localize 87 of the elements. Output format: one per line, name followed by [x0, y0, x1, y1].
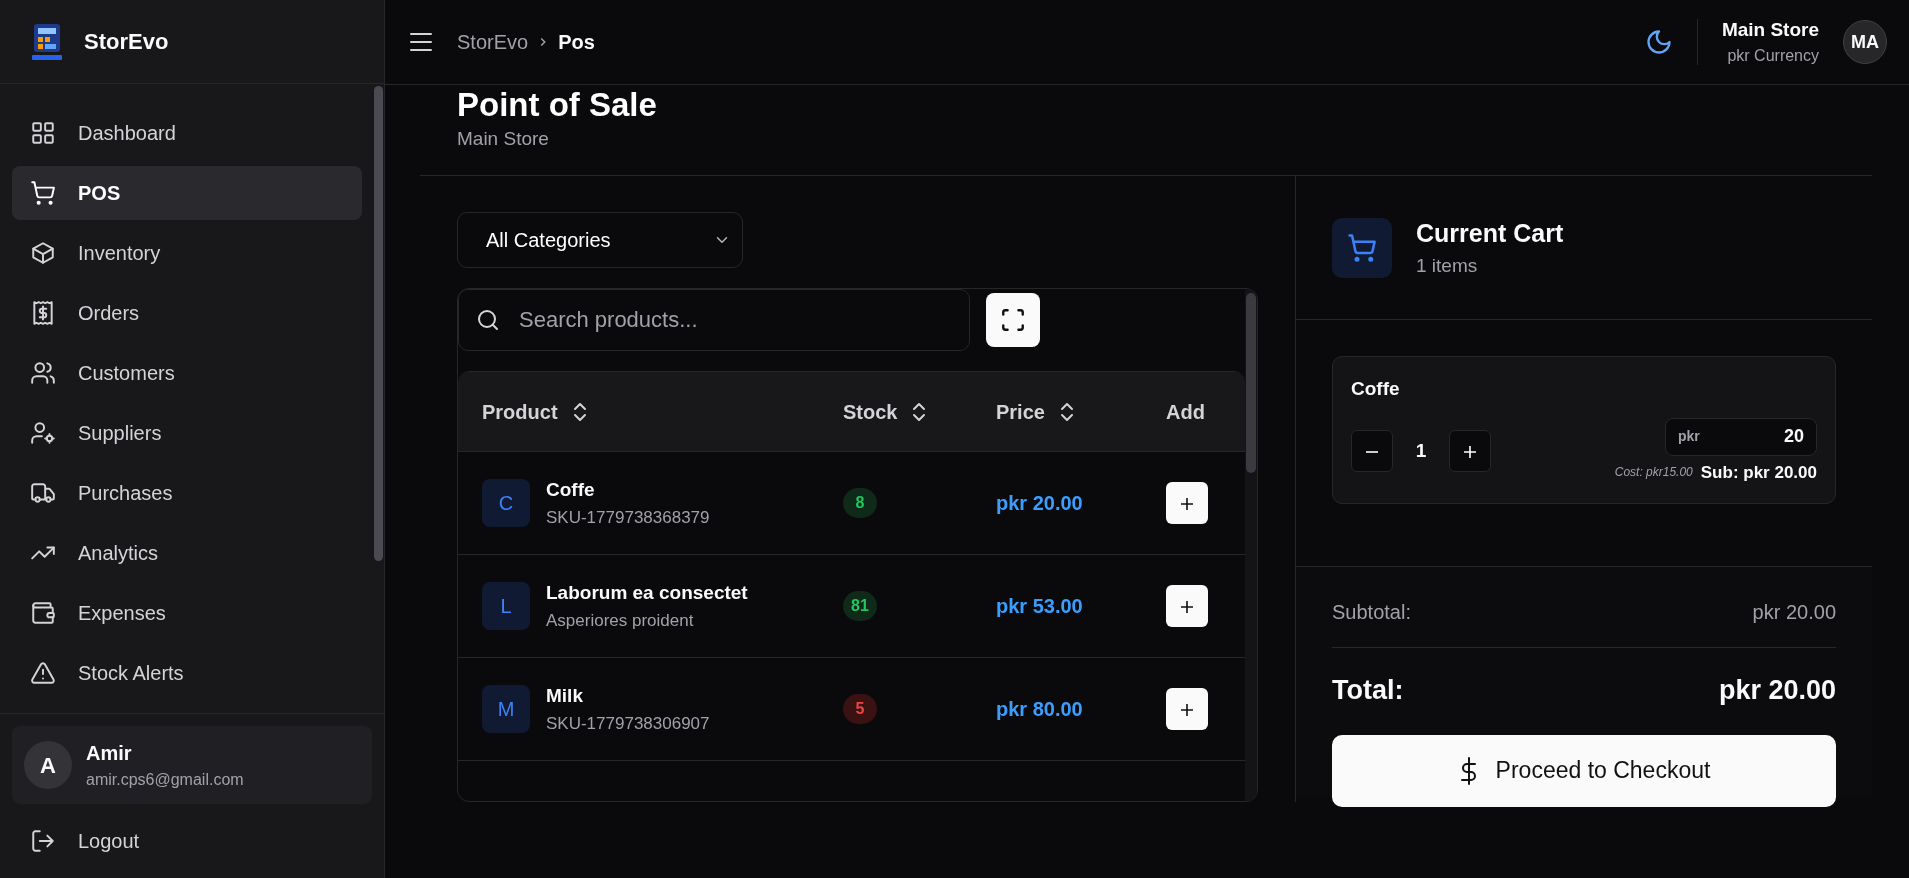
price-field[interactable]: pkr 20	[1665, 417, 1817, 456]
currency-label: pkr Currency	[1726, 46, 1819, 67]
minus-icon	[1365, 451, 1379, 454]
nav-item[interactable]: Inventory	[12, 226, 362, 280]
logo-icon	[30, 21, 64, 62]
brand-name: StorEvo	[84, 28, 169, 56]
subtotal-label: Subtotal:	[1332, 600, 1411, 625]
item-subtotal: Sub: pkr 20.00	[1700, 461, 1817, 484]
currency-label: pkr	[1678, 427, 1700, 446]
nav-item[interactable]: Purchases	[12, 466, 362, 520]
checkout-button[interactable]: Proceed to Checkout	[1332, 734, 1836, 807]
product-avatar: M	[482, 685, 530, 733]
menu-icon[interactable]	[409, 32, 433, 52]
quantity-value: 1	[1414, 439, 1428, 463]
cost-text: Cost: pkr15.00	[1614, 464, 1693, 482]
page-subtitle: Main Store	[457, 126, 550, 151]
user-email: amir.cps6@gmail.com	[86, 770, 244, 790]
user-avatar: A	[24, 741, 72, 789]
plus-icon	[1179, 702, 1195, 719]
wallet-icon	[30, 600, 56, 626]
column-header: Add	[1166, 399, 1205, 425]
nav-item[interactable]: POS	[12, 166, 362, 220]
column-header[interactable]: Stock	[843, 396, 928, 427]
product-price: pkr 53.00	[996, 595, 1083, 617]
stock-count: 8	[843, 488, 877, 518]
nav-item[interactable]: Orders	[12, 286, 362, 340]
product-detail: SKU-1779738368379	[546, 506, 710, 529]
plus-icon	[1463, 445, 1477, 460]
nav-item[interactable]: Dashboard	[12, 106, 362, 160]
box-icon	[30, 240, 56, 266]
add-button[interactable]	[1166, 585, 1208, 627]
product-name: Laborum ea consectet	[546, 581, 748, 605]
user-avatar[interactable]: MA	[1843, 20, 1887, 64]
cart-count: 1 items	[1416, 254, 1479, 278]
total-label: Total:	[1332, 674, 1404, 707]
scrollbar-thumb[interactable]	[1246, 293, 1256, 473]
product-price: pkr 80.00	[996, 698, 1083, 720]
subtotal-value: pkr 20.00	[1752, 600, 1836, 625]
scan-button[interactable]	[986, 293, 1040, 347]
product-detail: SKU-1779738306907	[546, 712, 710, 735]
search-field[interactable]: Search products...	[458, 289, 970, 351]
store-name: Main Store	[1721, 17, 1819, 42]
product-price: pkr 20.00	[996, 492, 1083, 514]
warning-icon	[30, 660, 56, 686]
category-select[interactable]: All Categories	[457, 212, 743, 268]
stock-count: 5	[843, 694, 877, 724]
stock-count: 81	[843, 591, 877, 621]
total-value: pkr 20.00	[1718, 674, 1836, 707]
scrollbar-thumb[interactable]	[374, 86, 383, 561]
increase-button[interactable]	[1449, 430, 1491, 473]
product-avatar: C	[482, 479, 530, 527]
sort-icon	[911, 400, 928, 423]
breadcrumb-current: Pos	[558, 30, 595, 55]
add-button[interactable]	[1166, 482, 1208, 524]
nav-item[interactable]: Suppliers	[12, 406, 362, 460]
column-header[interactable]: Product	[482, 396, 588, 427]
nav-item[interactable]: Expenses	[12, 586, 362, 640]
scan-icon	[1000, 307, 1026, 333]
grid-icon	[30, 120, 56, 146]
cart-item-name: Coffe	[1351, 377, 1401, 401]
users-icon	[30, 360, 56, 386]
product-name: Coffe	[546, 478, 596, 502]
cart-icon	[1332, 217, 1392, 278]
user-gear-icon	[30, 420, 56, 446]
nav-item[interactable]: Analytics	[12, 526, 362, 580]
add-button[interactable]	[1166, 688, 1208, 730]
plus-icon	[1179, 599, 1195, 616]
nav-item[interactable]: Stock Alerts	[12, 646, 362, 700]
product-name: Milk	[546, 684, 584, 708]
logout-link[interactable]: Logout	[12, 804, 372, 878]
page-title: Point of Sale	[457, 85, 658, 125]
truck-icon	[30, 480, 56, 506]
moon-icon[interactable]	[1644, 28, 1673, 56]
plus-icon	[1179, 496, 1195, 513]
receipt-icon	[30, 300, 56, 326]
logout-icon	[30, 828, 56, 854]
cart-title: Current Cart	[1416, 217, 1564, 249]
sort-icon	[1058, 400, 1075, 423]
column-header[interactable]: Price	[996, 396, 1075, 427]
nav-item[interactable]: Customers	[12, 346, 362, 400]
product-avatar: L	[482, 582, 530, 630]
sort-icon	[571, 400, 588, 423]
user-name: Amir	[86, 741, 133, 766]
user-card[interactable]: A Amir amir.cps6@gmail.com	[12, 726, 372, 804]
breadcrumb-link[interactable]: StorEvo	[457, 27, 529, 57]
cart-icon	[30, 180, 56, 206]
product-detail: Asperiores proident	[546, 609, 695, 632]
